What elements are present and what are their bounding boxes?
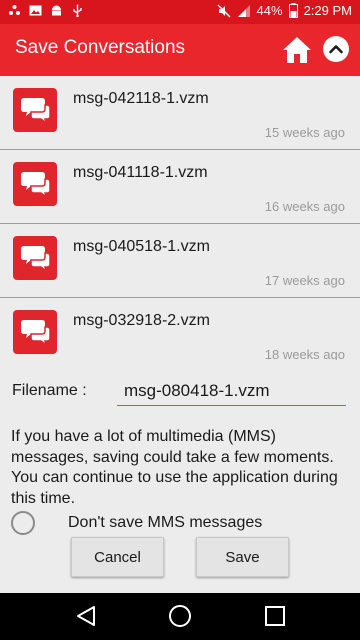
battery-icon xyxy=(288,3,298,18)
file-date: 18 weeks ago xyxy=(264,347,345,360)
signal-icon xyxy=(237,4,250,17)
battery-percent: 44% xyxy=(256,3,283,18)
home-nav-button[interactable] xyxy=(168,604,192,628)
back-icon xyxy=(77,606,95,626)
dont-save-mms-radio[interactable] xyxy=(11,511,35,535)
recents-icon xyxy=(265,606,285,626)
list-item[interactable]: msg-032918-2.vzm 18 weeks ago xyxy=(0,298,360,360)
recents-button[interactable] xyxy=(264,605,286,627)
page-title: Save Conversations xyxy=(15,37,186,58)
conversation-icon xyxy=(13,162,57,206)
conversation-icon xyxy=(13,88,57,132)
system-nav-bar xyxy=(0,593,360,640)
conversation-icon xyxy=(13,310,57,354)
back-button[interactable] xyxy=(76,605,96,627)
status-bar: 44% 2:29 PM xyxy=(0,0,360,24)
file-name: msg-040518-1.vzm xyxy=(73,238,210,255)
more-notifications-icon xyxy=(9,5,20,15)
usb-icon xyxy=(73,4,82,17)
app-bar: Save Conversations xyxy=(0,24,360,76)
cancel-button[interactable]: Cancel xyxy=(71,537,164,577)
home-button[interactable] xyxy=(281,34,313,66)
mms-info-text: If you have a lot of multimedia (MMS) me… xyxy=(11,428,338,507)
chevron-up-icon xyxy=(329,45,343,54)
list-item[interactable]: msg-040518-1.vzm 17 weeks ago xyxy=(0,224,360,298)
file-name: msg-041118-1.vzm xyxy=(73,164,208,181)
saved-files-list[interactable]: msg-042118-1.vzm 15 weeks ago msg-041118… xyxy=(0,76,360,360)
list-item[interactable]: msg-041118-1.vzm 16 weeks ago xyxy=(0,150,360,224)
status-indicators: 44% 2:29 PM xyxy=(217,3,352,18)
mute-icon xyxy=(217,4,231,17)
home-icon xyxy=(283,37,311,63)
scroll-up-button[interactable] xyxy=(323,36,349,62)
file-date: 15 weeks ago xyxy=(264,125,345,140)
list-item[interactable]: msg-042118-1.vzm 15 weeks ago xyxy=(0,76,360,150)
save-button[interactable]: Save xyxy=(196,537,289,577)
status-time: 2:29 PM xyxy=(303,3,352,18)
android-notification-icon xyxy=(52,5,61,16)
notification-icons xyxy=(8,4,84,17)
image-notification-icon xyxy=(29,5,42,16)
file-date: 16 weeks ago xyxy=(264,199,345,214)
conversation-icon xyxy=(13,236,57,280)
circle-home-icon xyxy=(169,605,191,627)
file-name: msg-042118-1.vzm xyxy=(73,90,209,107)
file-date: 17 weeks ago xyxy=(264,273,345,288)
file-name: msg-032918-2.vzm xyxy=(73,312,210,329)
dont-save-mms-label[interactable]: Don't save MMS messages xyxy=(68,514,262,532)
filename-label: Filename : xyxy=(12,382,87,399)
filename-input[interactable] xyxy=(117,377,346,406)
